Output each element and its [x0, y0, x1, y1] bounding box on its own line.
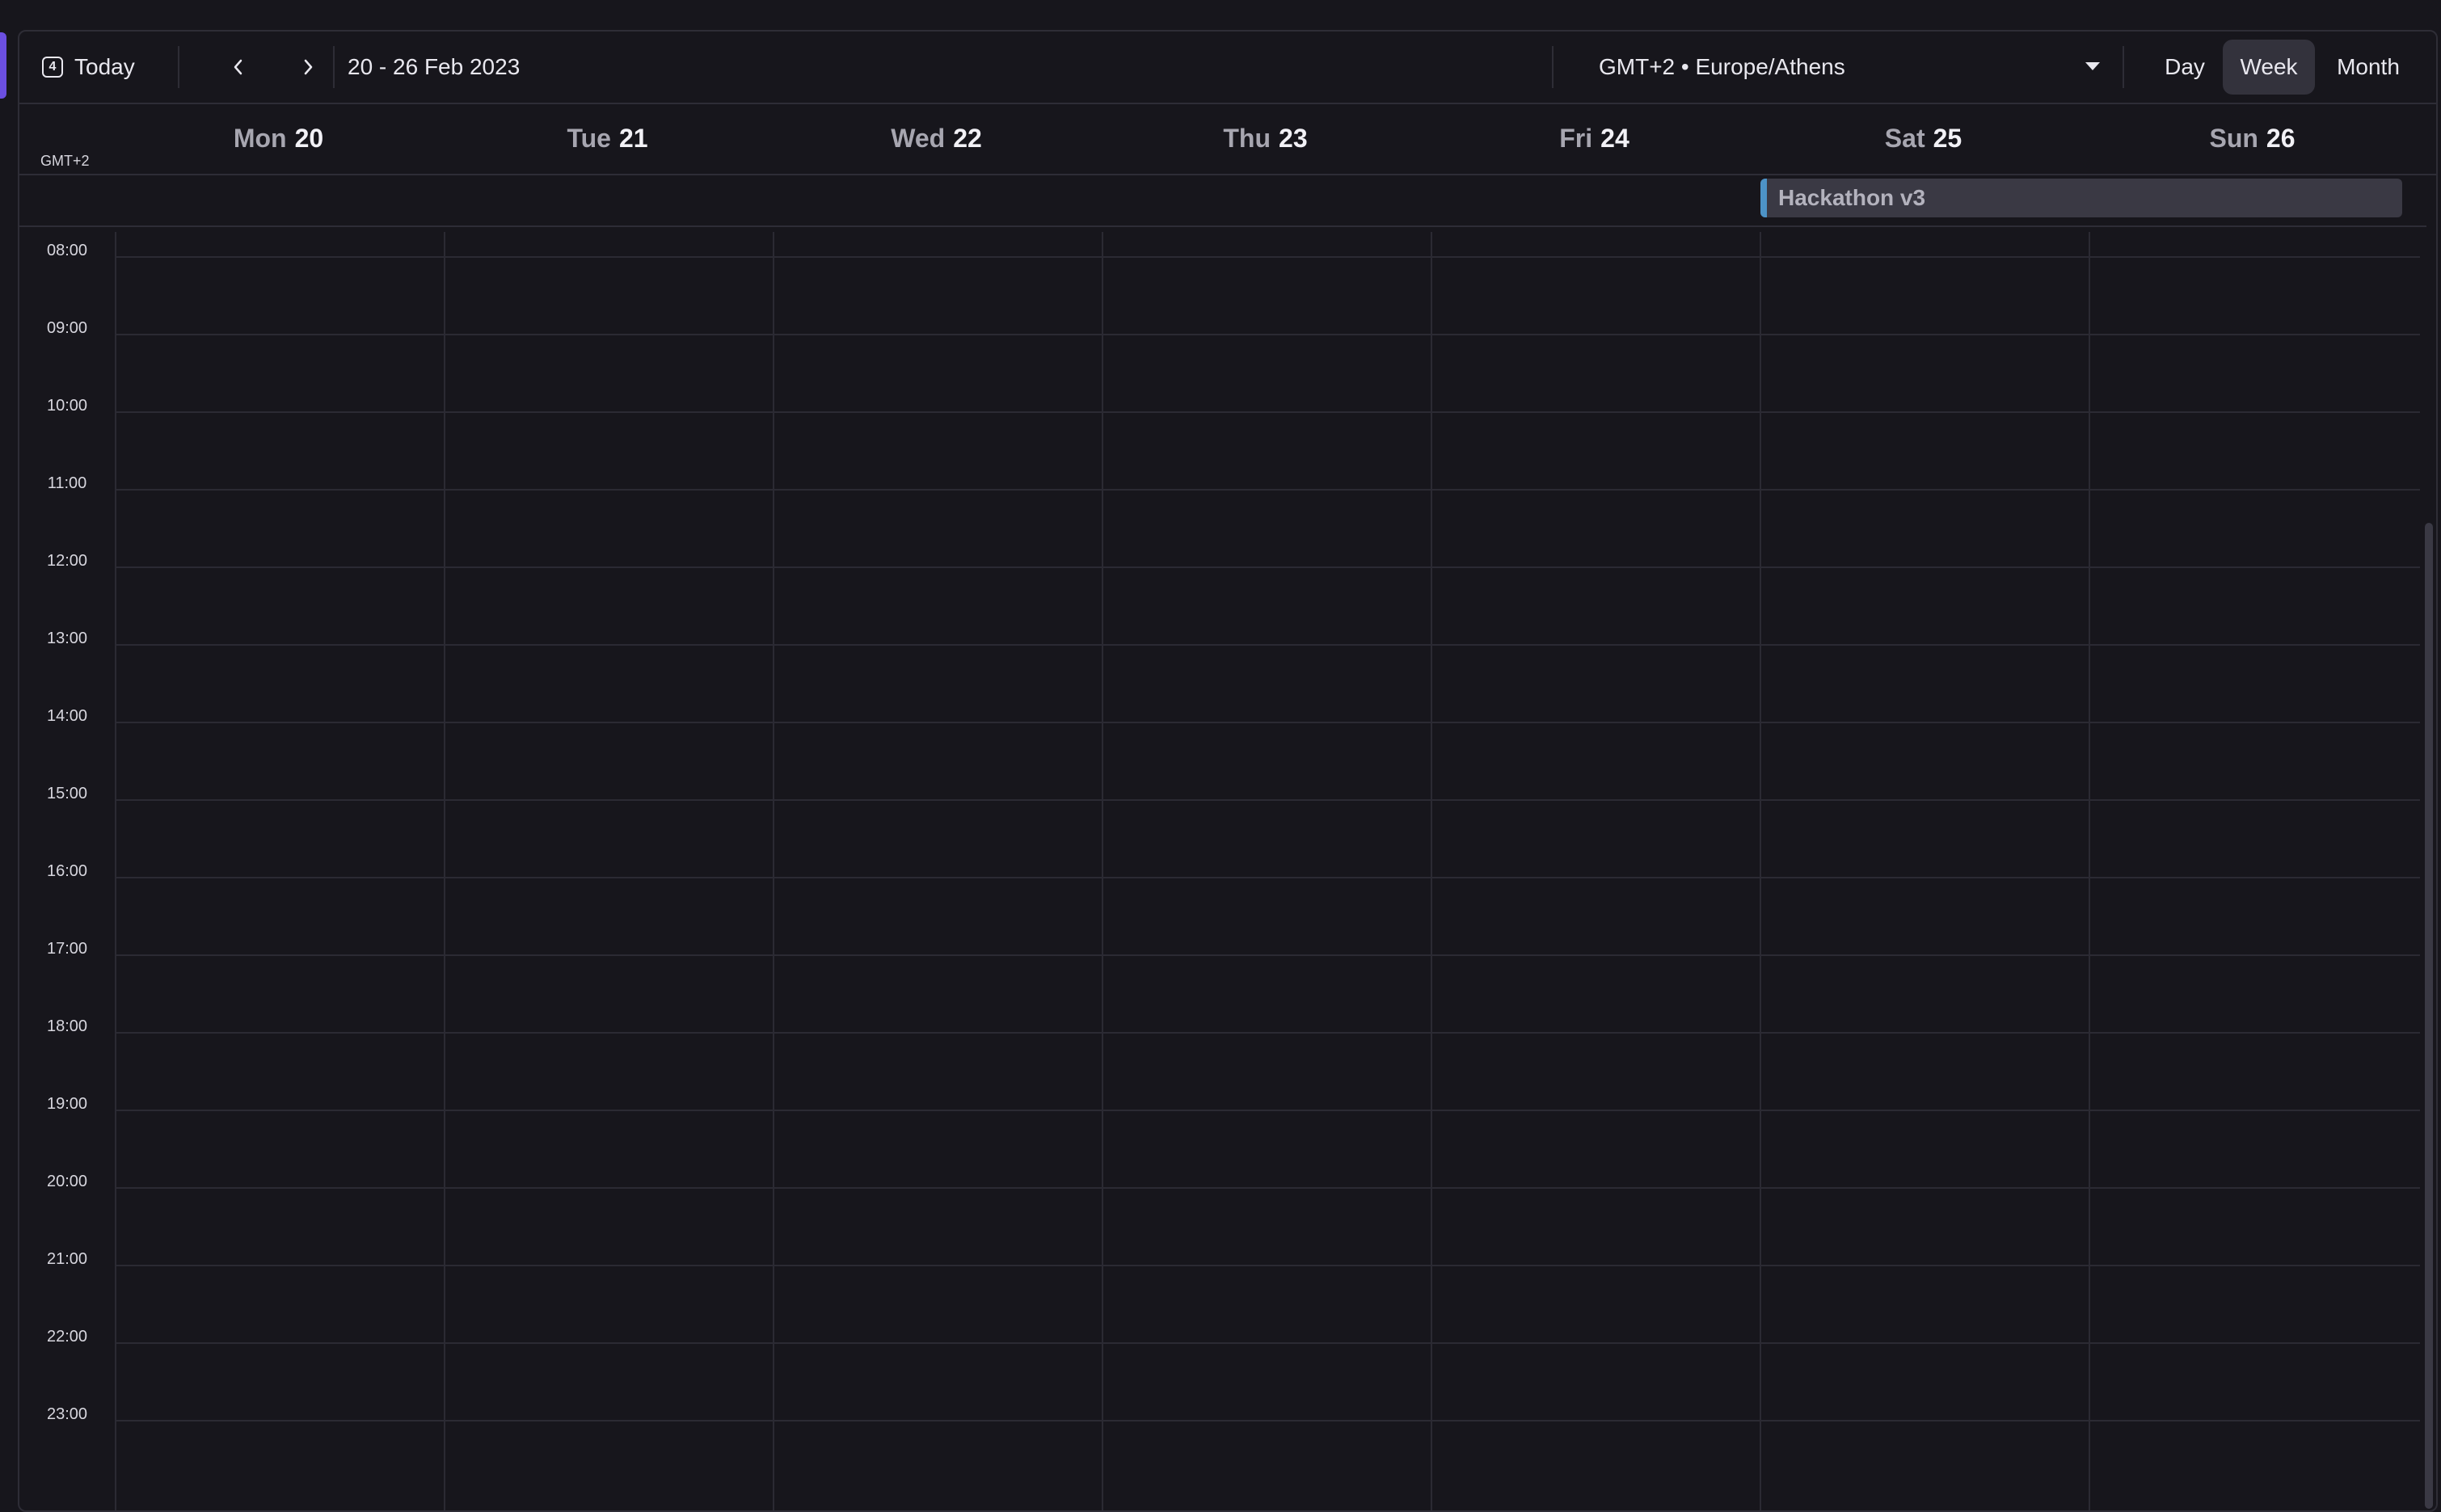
column-divider [2089, 232, 2090, 1510]
column-divider [115, 232, 116, 1510]
view-week-button[interactable]: Week [2223, 40, 2315, 95]
hour-label: 15:00 [46, 785, 88, 802]
hour-label: 18:00 [46, 1017, 88, 1035]
date-range-label: 20 - 26 Feb 2023 [348, 54, 521, 79]
day-number: 22 [953, 123, 982, 153]
view-month-button[interactable]: Month [2320, 32, 2417, 103]
hour-label: 12:00 [46, 552, 88, 570]
event-title: Hackathon v3 [1778, 185, 1926, 210]
day-header-sun[interactable]: Sun 26 [2089, 103, 2416, 174]
toolbar-divider [333, 46, 335, 88]
hour-label: 14:00 [46, 707, 88, 725]
hour-label: 23:00 [46, 1405, 88, 1423]
calendar-toolbar: 4 Today 20 - 26 Feb 2023 GMT+2 • Europe/… [19, 32, 2436, 104]
day-number: 26 [2266, 123, 2296, 153]
day-name: Mon [233, 123, 287, 153]
column-divider [773, 232, 774, 1510]
hour-label: 09:00 [46, 319, 88, 337]
toolbar-divider [178, 46, 179, 88]
sidebar-accent-tab[interactable] [0, 32, 6, 99]
caret-down-icon [2085, 62, 2100, 70]
hour-label: 17:00 [46, 940, 88, 958]
today-button[interactable]: 4 Today [42, 32, 135, 103]
toolbar-divider [1552, 46, 1554, 88]
day-name: Sun [2209, 123, 2258, 153]
calendar-panel: 4 Today 20 - 26 Feb 2023 GMT+2 • Europe/… [18, 30, 2438, 1512]
hour-line [115, 566, 2420, 568]
column-divider [444, 232, 445, 1510]
column-divider [1760, 232, 1761, 1510]
hour-label: 13:00 [46, 630, 88, 647]
hour-label: 20:00 [46, 1173, 88, 1190]
hour-label: 21:00 [46, 1250, 88, 1268]
day-number: 21 [618, 123, 648, 153]
column-divider [1431, 232, 1432, 1510]
hour-line [115, 799, 2420, 801]
toolbar-divider [2123, 46, 2124, 88]
hour-line [115, 954, 2420, 956]
hour-label: 11:00 [47, 474, 87, 492]
next-week-button[interactable] [288, 32, 328, 103]
hour-label: 08:00 [46, 242, 88, 259]
hour-line [115, 1342, 2420, 1344]
vertical-scrollbar[interactable] [2423, 232, 2433, 1510]
time-grid[interactable]: 08:00 09:00 10:00 11:00 12:00 13:00 14:0… [19, 232, 2436, 1510]
timezone-select[interactable]: GMT+2 • Europe/Athens [1599, 32, 2108, 103]
event-hackathon[interactable]: Hackathon v3 [1760, 179, 2402, 217]
hour-line [115, 256, 2420, 258]
hour-line [115, 411, 2420, 413]
hour-line [115, 334, 2420, 335]
timezone-value: GMT+2 • Europe/Athens [1599, 54, 1845, 79]
hour-label: 22:00 [46, 1328, 88, 1346]
day-number: 24 [1600, 123, 1629, 153]
scrollbar-thumb[interactable] [2425, 523, 2433, 1509]
day-header-mon[interactable]: Mon 20 [115, 103, 442, 174]
day-name: Thu [1223, 123, 1271, 153]
day-header-sat[interactable]: Sat 25 [1760, 103, 2087, 174]
previous-week-button[interactable] [218, 32, 259, 103]
hour-line [115, 722, 2420, 723]
day-name: Sat [1884, 123, 1925, 153]
calendar-today-icon: 4 [42, 57, 63, 78]
hour-label: 10:00 [46, 397, 88, 415]
hour-line [115, 1420, 2420, 1421]
hour-label: 16:00 [46, 862, 88, 880]
hour-line [115, 489, 2420, 491]
day-header-thu[interactable]: Thu 23 [1102, 103, 1429, 174]
day-name: Wed [891, 123, 946, 153]
day-name: Fri [1559, 123, 1593, 153]
day-header-tue[interactable]: Tue 21 [444, 103, 771, 174]
hour-line [115, 1110, 2420, 1111]
all-day-row: Hackathon v3 [19, 174, 2426, 227]
chevron-right-icon [304, 59, 313, 75]
hour-line [115, 1265, 2420, 1266]
chevron-left-icon [234, 59, 242, 75]
week-day-header: Mon 20 Tue 21 Wed 22 Thu 23 Fri 24 Sat 2… [19, 103, 2436, 175]
hour-line [115, 1187, 2420, 1189]
timezone-offset-label: GMT+2 [40, 153, 90, 169]
day-name: Tue [567, 123, 611, 153]
view-day-button[interactable]: Day [2148, 32, 2221, 103]
today-label: Today [74, 54, 135, 79]
hour-line [115, 877, 2420, 878]
day-header-fri[interactable]: Fri 24 [1431, 103, 1758, 174]
day-number: 20 [294, 123, 324, 153]
column-divider [1102, 232, 1103, 1510]
event-color-bar [1760, 179, 1767, 217]
hour-line [115, 1032, 2420, 1034]
hour-label: 19:00 [46, 1095, 88, 1113]
day-header-wed[interactable]: Wed 22 [773, 103, 1100, 174]
day-number: 23 [1279, 123, 1308, 153]
hour-line [115, 644, 2420, 646]
day-number: 25 [1933, 123, 1962, 153]
